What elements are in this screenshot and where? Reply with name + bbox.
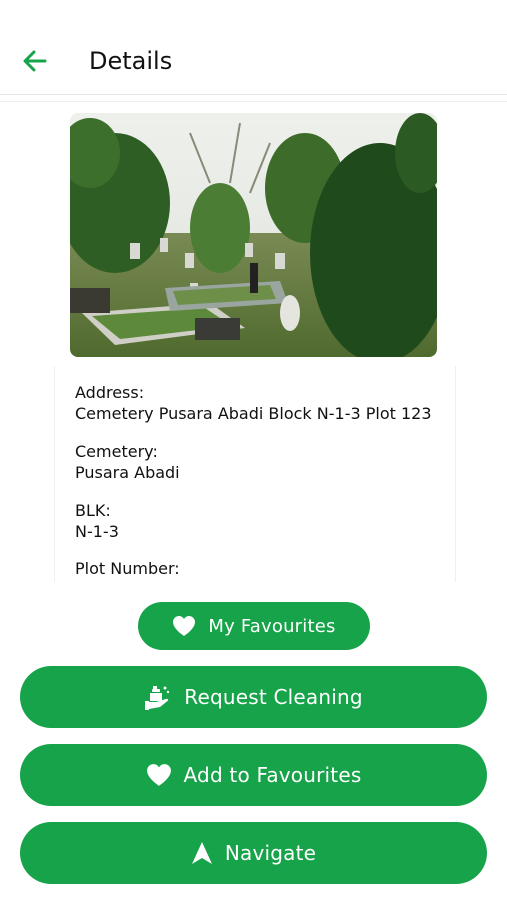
cleaning-hand-icon — [144, 683, 172, 711]
cemetery-field: Cemetery: Pusara Abadi — [75, 441, 180, 483]
address-label: Address: — [75, 383, 145, 402]
arrow-left-icon — [23, 50, 47, 72]
page-title: Details — [89, 47, 173, 75]
request-cleaning-button[interactable]: Request Cleaning — [20, 666, 487, 728]
heart-icon — [146, 763, 172, 787]
blk-label: BLK: — [75, 501, 111, 520]
navigate-button[interactable]: Navigate — [20, 822, 487, 884]
cemetery-label: Cemetery: — [75, 442, 158, 461]
address-field: Address: Cemetery Pusara Abadi Block N-1… — [75, 382, 432, 424]
details-card: Address: Cemetery Pusara Abadi Block N-1… — [54, 366, 456, 582]
request-cleaning-label: Request Cleaning — [184, 685, 363, 709]
app-bar: Details — [0, 0, 507, 95]
divider — [0, 101, 507, 102]
plot-field: Plot Number: — [75, 558, 180, 579]
navigate-label: Navigate — [224, 841, 317, 865]
blk-value: N-1-3 — [75, 522, 119, 541]
heart-icon — [172, 615, 196, 637]
cemetery-value: Pusara Abadi — [75, 463, 180, 482]
plot-label: Plot Number: — [75, 559, 180, 578]
cemetery-photo — [70, 113, 437, 357]
my-favourites-label: My Favourites — [208, 615, 336, 637]
add-to-favourites-label: Add to Favourites — [183, 763, 362, 787]
address-value: Cemetery Pusara Abadi Block N-1-3 Plot 1… — [75, 404, 432, 423]
back-button[interactable] — [18, 44, 52, 78]
navigation-arrow-icon — [191, 841, 213, 865]
my-favourites-button[interactable]: My Favourites — [138, 602, 370, 650]
blk-field: BLK: N-1-3 — [75, 500, 119, 542]
add-to-favourites-button[interactable]: Add to Favourites — [20, 744, 487, 806]
